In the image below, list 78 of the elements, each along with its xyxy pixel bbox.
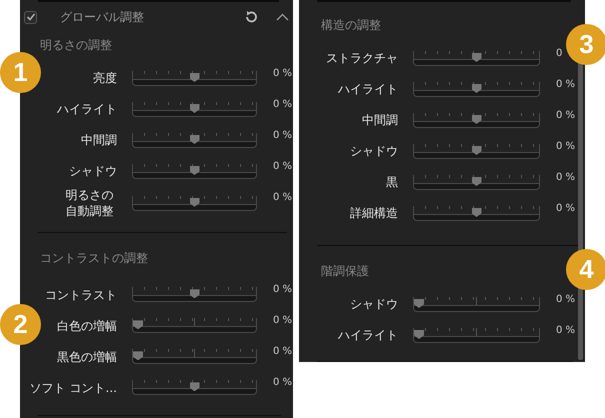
slider-label: ハイライト [337, 81, 398, 98]
slider-thumb[interactable] [472, 53, 482, 62]
slider-thumb[interactable] [190, 289, 200, 298]
slider[interactable] [132, 349, 257, 364]
value-readout: 0 % [556, 78, 576, 90]
value-readout: 0 % [273, 160, 293, 172]
slider[interactable] [132, 71, 257, 86]
group-heading: 明るさの調整 [39, 36, 113, 54]
slider-label: 白色の増幅 [56, 318, 117, 334]
checkbox[interactable] [24, 10, 37, 24]
slider[interactable] [413, 175, 540, 190]
value-readout: 0 [556, 47, 564, 59]
value-readout: 0 % [273, 345, 293, 358]
slider[interactable] [413, 328, 540, 343]
slider-thumb[interactable] [472, 84, 482, 93]
slider-thumb[interactable] [472, 177, 482, 186]
value-readout: 0 % [556, 109, 576, 121]
slider-label: ストラクチャ [325, 50, 398, 67]
slider-thumb[interactable] [472, 115, 482, 124]
slider[interactable] [413, 144, 540, 159]
slider-label: シャドウ [68, 163, 117, 180]
slider-thumb[interactable] [133, 351, 143, 360]
value-readout: 0 % [556, 324, 576, 336]
slider-thumb[interactable] [472, 208, 482, 217]
slider-label: ハイライト [337, 327, 398, 344]
group-heading: 構造の調整 [320, 16, 382, 34]
value-readout: 0 % [273, 191, 293, 203]
value-readout: 0 % [273, 129, 293, 141]
slider-thumb[interactable] [414, 299, 424, 308]
slider-thumb[interactable] [472, 146, 482, 155]
group-heading: 階調保護 [320, 262, 370, 280]
slider-thumb[interactable] [190, 198, 200, 207]
slider-thumb[interactable] [190, 135, 200, 144]
group-heading: コントラストの調整 [39, 250, 149, 267]
slider-label: 中間調 [361, 112, 398, 129]
slider-thumb[interactable] [190, 73, 200, 82]
slider-label: ハイライト [56, 101, 117, 118]
slider[interactable] [132, 164, 257, 179]
collapse-icon[interactable] [276, 13, 289, 21]
value-readout: 0 % [273, 314, 293, 326]
value-readout: 0 % [273, 98, 293, 110]
section-title: グローバル調整 [60, 8, 145, 26]
reset-icon[interactable] [244, 10, 258, 24]
slider[interactable] [413, 113, 540, 128]
slider-label: 詳細構造 [349, 205, 398, 222]
value-readout: 0 % [556, 293, 576, 305]
callout-badge: 1 [0, 52, 41, 93]
slider[interactable] [132, 196, 257, 211]
slider[interactable] [132, 102, 257, 117]
slider-label: ソフト コント... [28, 380, 117, 396]
slider[interactable] [413, 51, 540, 66]
slider-thumb[interactable] [414, 330, 424, 339]
slider-label: 黒色の増幅 [56, 348, 117, 365]
slider[interactable] [413, 297, 540, 312]
slider[interactable] [132, 287, 257, 302]
slider-thumb[interactable] [190, 104, 200, 113]
value-readout: 0 % [273, 283, 293, 296]
slider-label: コントラスト [44, 286, 117, 303]
slider[interactable] [413, 206, 540, 221]
slider[interactable] [132, 318, 257, 334]
slider[interactable] [413, 82, 540, 97]
value-readout: 0 % [556, 140, 576, 152]
slider-label: 黒 [385, 174, 398, 191]
value-readout: 0 % [273, 67, 293, 79]
slider[interactable] [132, 133, 257, 148]
value-readout: 0 % [556, 171, 576, 183]
slider-thumb[interactable] [133, 320, 143, 330]
slider-label: 亮度 [92, 70, 117, 87]
slider-label: シャドウ [349, 143, 398, 160]
slider[interactable] [132, 380, 257, 396]
slider-label: シャドウ [349, 296, 398, 313]
slider-label: 中間調 [80, 132, 117, 149]
slider-thumb[interactable] [190, 382, 200, 392]
value-readout: 0 % [556, 202, 576, 214]
slider-thumb[interactable] [190, 166, 200, 175]
slider-label: 明るさの自動調整 [64, 187, 114, 220]
value-readout: 0 % [273, 376, 293, 388]
callout-badge: 2 [0, 304, 41, 345]
